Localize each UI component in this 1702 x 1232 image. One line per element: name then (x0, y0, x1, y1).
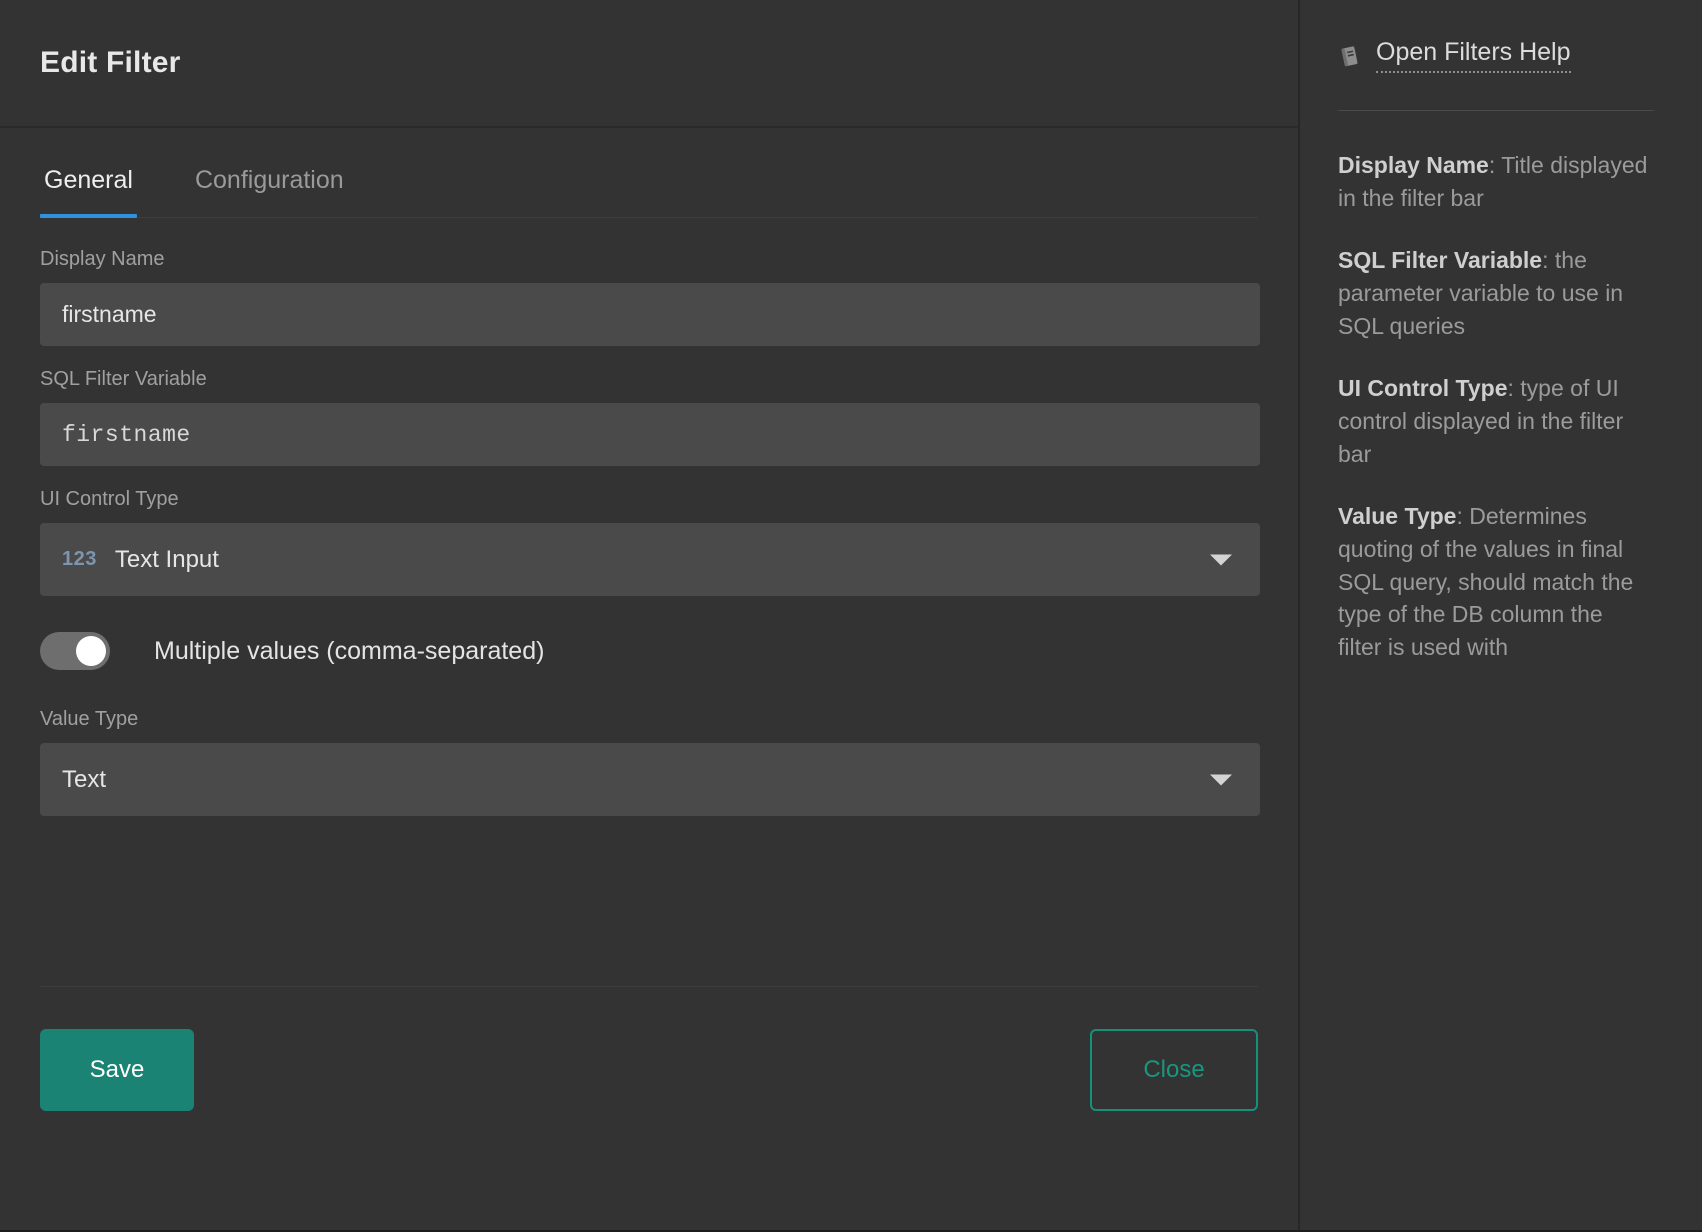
help-paragraph-display-name: Display Name: Title displayed in the fil… (1338, 149, 1650, 214)
help-divider (1338, 110, 1654, 111)
help-panel: Open Filters Help Display Name: Title di… (1300, 0, 1702, 1230)
number-123-icon: 123 (62, 548, 97, 570)
book-icon (1341, 45, 1358, 66)
display-name-input[interactable] (40, 283, 1260, 346)
chevron-down-icon (1210, 774, 1232, 785)
edit-filter-dialog: Edit Filter General Configuration Displa… (0, 0, 1702, 1232)
ui-control-type-label: UI Control Type (40, 488, 179, 510)
sql-filter-variable-label: SQL Filter Variable (40, 368, 207, 390)
multiple-values-toggle[interactable] (40, 632, 110, 670)
tab-configuration[interactable]: Configuration (191, 166, 348, 217)
value-type-label: Value Type (40, 708, 139, 730)
dialog-left-panel: Edit Filter General Configuration Displa… (0, 0, 1300, 1230)
open-filters-help-row[interactable]: Open Filters Help (1338, 38, 1654, 73)
value-type-value: Text (62, 765, 107, 793)
chevron-down-icon (1210, 554, 1232, 565)
dialog-header: Edit Filter (0, 0, 1298, 128)
help-sep: : (1542, 247, 1555, 274)
help-term-ui-control-type: UI Control Type (1338, 375, 1508, 402)
help-term-value-type: Value Type (1338, 503, 1457, 530)
sql-filter-variable-input[interactable] (40, 403, 1260, 466)
save-button[interactable]: Save (40, 1029, 194, 1111)
field-value-type: Value Type Text (40, 708, 1260, 816)
close-button[interactable]: Close (1090, 1029, 1258, 1111)
ui-control-type-select[interactable]: 123 Text Input (40, 523, 1260, 596)
toggle-knob (76, 636, 106, 666)
page-title: Edit Filter (40, 46, 181, 79)
help-sep: : (1488, 152, 1502, 178)
multiple-values-row: Multiple values (comma-separated) (40, 632, 1258, 670)
help-sep: : (1507, 375, 1521, 402)
field-ui-control-type: UI Control Type 123 Text Input (40, 488, 1260, 596)
open-filters-help-link[interactable]: Open Filters Help (1376, 38, 1571, 73)
help-paragraph-value-type: Value Type: Determines quoting of the va… (1338, 500, 1650, 663)
field-sql-filter-variable: SQL Filter Variable (40, 368, 1260, 466)
display-name-label: Display Name (40, 248, 165, 270)
help-paragraph-sql-filter-variable: SQL Filter Variable: the parameter varia… (1338, 244, 1650, 342)
multiple-values-label: Multiple values (comma-separated) (154, 636, 545, 665)
filter-form: Display Name SQL Filter Variable UI Cont… (0, 218, 1298, 986)
help-term-sql-filter-variable: SQL Filter Variable (1338, 247, 1543, 274)
help-text-body: Display Name: Title displayed in the fil… (1338, 149, 1654, 664)
ui-control-type-value: Text Input (114, 545, 219, 573)
tabs-container: General Configuration (0, 128, 1298, 218)
help-term-display-name: Display Name (1338, 152, 1489, 178)
field-display-name: Display Name (40, 248, 1260, 346)
value-type-select[interactable]: Text (40, 743, 1260, 816)
dialog-footer: Save Close (40, 986, 1258, 1230)
tab-list: General Configuration (40, 166, 1258, 218)
tab-general[interactable]: General (40, 166, 137, 218)
help-paragraph-ui-control-type: UI Control Type: type of UI control disp… (1338, 372, 1650, 470)
help-sep: : (1456, 503, 1470, 530)
